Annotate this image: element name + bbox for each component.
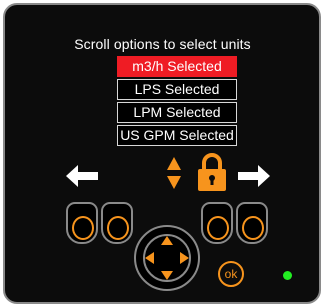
direction-pad[interactable] <box>134 225 200 291</box>
soft-button-1[interactable] <box>66 202 98 244</box>
status-led <box>283 271 292 280</box>
arrow-right-icon[interactable] <box>236 163 272 189</box>
soft-button-2[interactable] <box>101 202 133 244</box>
soft-button-3[interactable] <box>201 202 233 244</box>
unit-option-lpm[interactable]: LPM Selected <box>117 102 237 123</box>
dpad-arrows-icon[interactable] <box>136 227 198 289</box>
soft-button-4[interactable] <box>236 202 268 244</box>
dpad-down-icon <box>161 271 173 280</box>
arrow-left-icon[interactable] <box>64 163 100 189</box>
up-down-arrows-icon[interactable] <box>166 156 182 190</box>
button-ring-icon <box>207 216 229 240</box>
button-ring-icon <box>242 216 264 240</box>
dpad-left-icon <box>145 252 154 264</box>
dpad-up-icon <box>161 236 173 245</box>
unit-option-m3h[interactable]: m3/h Selected <box>117 56 237 77</box>
padlock-icon <box>198 153 226 191</box>
ok-button[interactable]: ok <box>218 261 244 287</box>
dpad-right-icon <box>180 252 189 264</box>
screen-title: Scroll options to select units <box>74 36 251 52</box>
button-ring-icon <box>107 216 129 240</box>
unit-option-lps[interactable]: LPS Selected <box>117 79 237 100</box>
unit-option-us-gpm[interactable]: US GPM Selected <box>117 125 237 146</box>
button-ring-icon <box>72 216 94 240</box>
